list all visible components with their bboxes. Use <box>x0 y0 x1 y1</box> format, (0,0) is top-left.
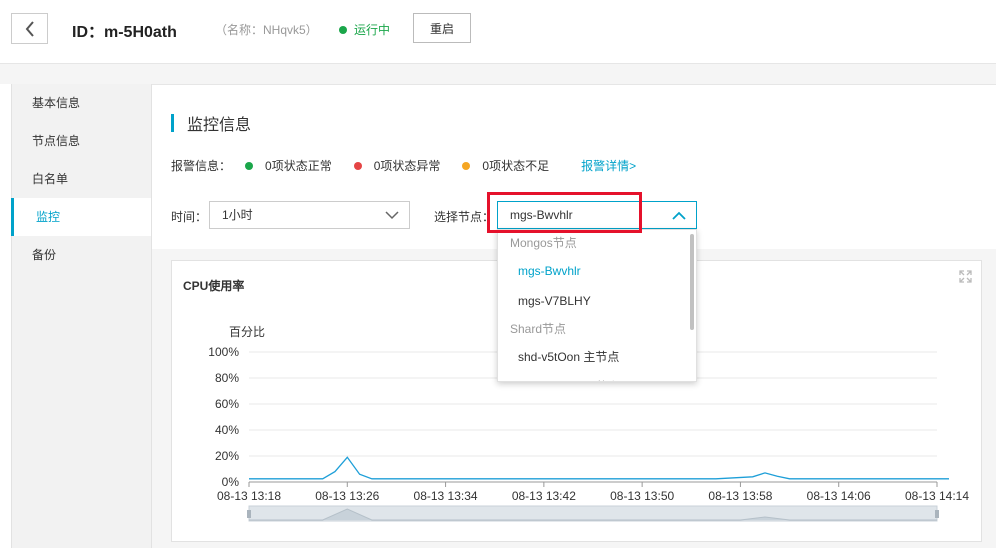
section-title-text: 监控信息 <box>187 117 252 134</box>
back-button[interactable] <box>11 13 48 44</box>
x-tick-label: 08-13 14:14 <box>905 489 969 503</box>
node-label: 选择节点： <box>434 210 495 224</box>
chevron-left-icon <box>25 20 34 37</box>
instance-id-title: ID：m-5H0ath <box>72 24 177 41</box>
alarm-abnormal-text: 0项状态异常 <box>373 159 441 173</box>
x-tick-label: 08-13 13:50 <box>610 489 674 503</box>
sidebar-item-label: 基本信息 <box>32 96 81 110</box>
chevron-up-icon <box>672 211 686 220</box>
node-select[interactable]: mgs-Bwvhlr <box>497 201 697 229</box>
filter-row: 时间： 1小时 选择节点： mgs-Bwvhlr <box>171 201 991 229</box>
sidebar-item-node-info[interactable]: 节点信息 <box>12 122 151 160</box>
alarm-label: 报警信息： <box>171 159 232 173</box>
dropdown-option[interactable]: mgs-V7BLHY <box>498 286 696 316</box>
time-label: 时间： <box>171 210 208 224</box>
cpu-series-line <box>249 456 949 480</box>
dropdown-option[interactable]: shd-v5tOon 主节点 <box>498 342 696 372</box>
alarm-normal: 0项状态正常 <box>245 157 332 174</box>
zoom-handle-right <box>935 510 939 518</box>
dropdown-group-shard: Shard节点 <box>510 322 567 336</box>
chevron-down-icon <box>385 211 399 220</box>
orange-dot-icon <box>462 161 471 170</box>
restart-button[interactable]: 重启 <box>413 13 471 43</box>
node-dropdown-menu: Mongos节点 mgs-Bwvhlr mgs-V7BLHY Shard节点 s… <box>497 229 697 382</box>
y-tick-label: 80% <box>215 371 239 385</box>
sidebar-item-whitelist[interactable]: 白名单 <box>12 160 151 198</box>
zoom-handle-left <box>247 510 251 518</box>
header-gap <box>0 64 996 84</box>
sidebar-item-label: 白名单 <box>32 172 69 186</box>
x-tick-label: 08-13 14:06 <box>807 489 871 503</box>
dropdown-group-mongos: Mongos节点 <box>510 236 577 250</box>
sidebar-item-monitor[interactable]: 监控 <box>11 198 151 236</box>
dropdown-scrollbar[interactable] <box>690 234 694 330</box>
alarm-insufficient: 0项状态不足 <box>462 157 549 174</box>
y-tick-label: 20% <box>215 449 239 463</box>
sidebar: 基本信息 节点信息 白名单 监控 备份 <box>11 84 152 548</box>
status-badge: 运行中 <box>339 21 390 38</box>
red-dot-icon <box>353 161 362 170</box>
instance-alias: （名称：NHqvk5） <box>215 23 318 37</box>
sidebar-item-label: 监控 <box>36 210 61 224</box>
green-dot-icon <box>245 161 254 170</box>
y-tick-label: 0% <box>222 475 240 489</box>
sidebar-item-backup[interactable]: 备份 <box>12 236 151 274</box>
status-dot-icon <box>339 25 347 34</box>
status-text: 运行中 <box>354 23 391 37</box>
dropdown-option[interactable]: mgs-Bwvhlr <box>498 256 696 286</box>
alarm-normal-text: 0项状态正常 <box>265 159 332 173</box>
sidebar-item-label: 节点信息 <box>32 134 81 148</box>
x-tick-label: 08-13 13:26 <box>315 489 379 503</box>
x-tick-label: 08-13 13:42 <box>512 489 576 503</box>
alarm-abnormal: 0项状态异常 <box>353 157 441 174</box>
x-tick-label: 08-13 13:58 <box>708 489 772 503</box>
node-select-value: mgs-Bwvhlr <box>510 208 573 222</box>
alarm-info-row: 报警信息： 0项状态正常 0项状态异常 0项状态不足 报警详情> <box>171 157 636 174</box>
page-header: ID：m-5H0ath （名称：NHqvk5） 运行中 重启 <box>0 0 996 64</box>
title-accent-bar <box>171 114 174 132</box>
dropdown-option[interactable]: shd-v5tOon 从节点 <box>498 372 696 381</box>
alarm-details-link[interactable]: 报警详情> <box>581 157 636 174</box>
y-tick-label: 100% <box>208 345 239 359</box>
sidebar-item-basic-info[interactable]: 基本信息 <box>12 84 151 122</box>
x-tick-label: 08-13 13:18 <box>217 489 281 503</box>
x-tick-label: 08-13 13:34 <box>414 489 478 503</box>
time-range-select[interactable]: 1小时 <box>209 201 410 229</box>
time-range-value: 1小时 <box>222 208 253 222</box>
sidebar-item-label: 备份 <box>32 248 57 262</box>
y-tick-label: 40% <box>215 423 239 437</box>
y-tick-label: 60% <box>215 397 239 411</box>
section-title: 监控信息 <box>171 114 252 134</box>
alarm-insufficient-text: 0项状态不足 <box>482 159 550 173</box>
